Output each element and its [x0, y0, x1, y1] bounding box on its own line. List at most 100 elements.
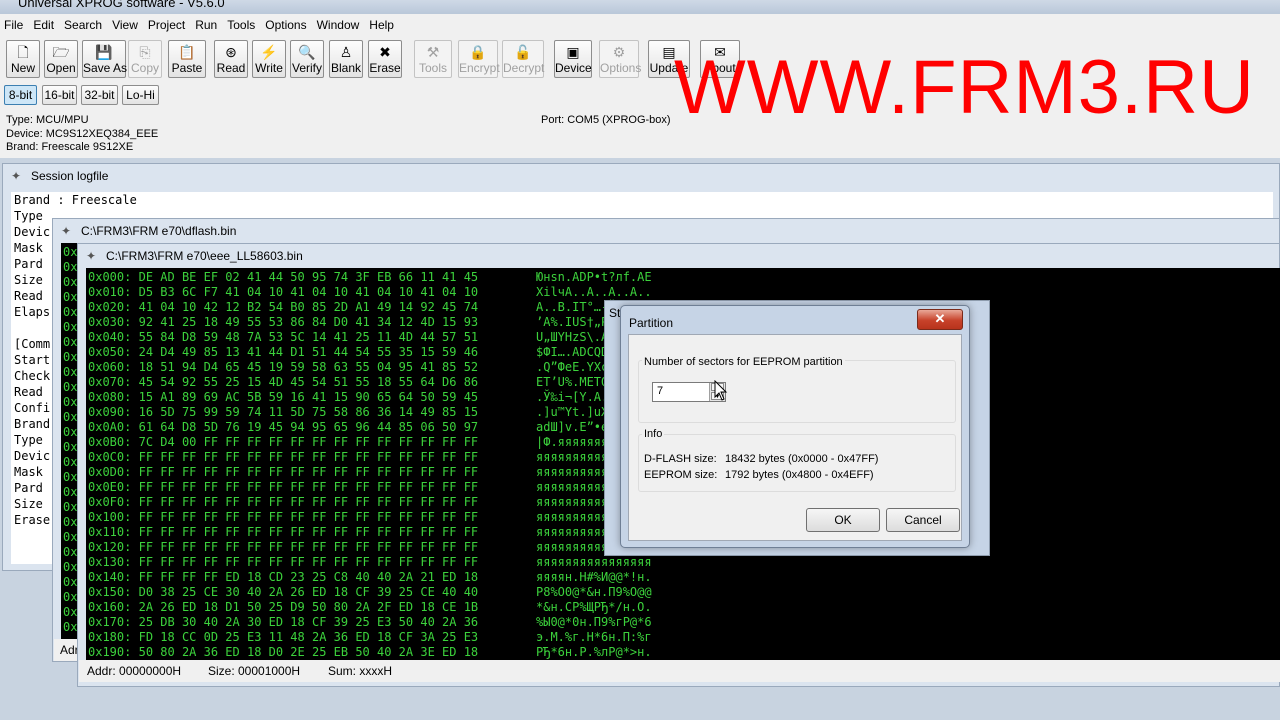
- menu-window[interactable]: Window: [312, 14, 365, 32]
- hex-bytes[interactable]: 25 DB 30 40 2A 30 ED 18 CF 39 25 E3 50 4…: [139, 615, 479, 629]
- menu-help[interactable]: Help: [364, 14, 399, 32]
- hex-bytes[interactable]: FF FF FF FF FF FF FF FF FF FF FF FF FF F…: [139, 555, 479, 569]
- hex-row: 0x110: FF FF FF FF FF FF FF FF FF FF FF …: [88, 525, 652, 540]
- partition-dialog-body: Number of sectors for EEPROM partition 7…: [628, 334, 962, 541]
- menu-project[interactable]: Project: [143, 14, 190, 32]
- ok-button[interactable]: OK: [806, 508, 880, 532]
- close-icon: ✕: [934, 311, 946, 326]
- tools-icon: ⚒: [426, 44, 440, 60]
- copy-button[interactable]: ⎘ Copy: [128, 40, 162, 78]
- decrypt-button[interactable]: 🔓 Decrypt: [502, 40, 544, 78]
- hex-bytes[interactable]: 7C D4 00 FF FF FF FF FF FF FF FF FF FF F…: [139, 435, 479, 449]
- blank-button[interactable]: ♙ Blank: [329, 40, 363, 78]
- dflash-titlebar[interactable]: ✦ C:\FRM3\FRM e70\dflash.bin: [53, 219, 1279, 243]
- hex-bytes[interactable]: FF FF FF FF ED 18 CD 23 25 C8 40 40 2A 2…: [139, 570, 479, 584]
- hex-bytes[interactable]: FF FF FF FF FF FF FF FF FF FF FF FF FF F…: [139, 540, 479, 554]
- dflash-addr-prefix: 0x: [63, 380, 78, 394]
- bit-mode-16-bit-button[interactable]: 16-bit: [42, 85, 77, 105]
- log-line: Mask: [14, 465, 43, 479]
- hex-ascii[interactable]: яяяяяяяяяяяяяяяя: [536, 555, 652, 570]
- log-line: Devic: [14, 449, 51, 463]
- hex-bytes[interactable]: FF FF FF FF FF FF FF FF FF FF FF FF FF F…: [139, 450, 479, 464]
- hex-bytes[interactable]: 41 04 10 42 12 B2 54 B0 85 2D A1 49 14 9…: [139, 300, 479, 314]
- hex-bytes[interactable]: FF FF FF FF FF FF FF FF FF FF FF FF FF F…: [139, 495, 479, 509]
- close-button[interactable]: ✕: [917, 309, 963, 330]
- bit-mode-32-bit-button[interactable]: 32-bit: [81, 85, 118, 105]
- hex-bytes[interactable]: 18 51 94 D4 65 45 19 59 58 63 55 04 95 4…: [139, 360, 479, 374]
- dflash-addr-prefix: 0x: [63, 425, 78, 439]
- hex-bytes[interactable]: FF FF FF FF FF FF FF FF FF FF FF FF FF F…: [139, 525, 479, 539]
- hex-bytes[interactable]: 92 41 25 18 49 55 53 86 84 D0 41 34 12 4…: [139, 315, 479, 329]
- hex-address: 0x190:: [88, 645, 132, 659]
- hex-bytes[interactable]: 2A 26 ED 18 D1 50 25 D9 50 80 2A 2F ED 1…: [139, 600, 479, 614]
- hex-ascii[interactable]: %Ы0@*0н.П9%гР@*6: [536, 615, 652, 630]
- erase-button[interactable]: ✖ Erase: [368, 40, 402, 78]
- menu-edit[interactable]: Edit: [28, 14, 59, 32]
- hex-ascii[interactable]: э.М.%г.H*6н.П:%г: [536, 630, 652, 645]
- paste-button[interactable]: 📋 Paste: [168, 40, 206, 78]
- tools-button[interactable]: ⚒ Tools: [414, 40, 452, 78]
- hex-bytes[interactable]: D5 B3 6C F7 41 04 10 41 04 10 41 04 10 4…: [139, 285, 479, 299]
- menu-search[interactable]: Search: [59, 14, 107, 32]
- session-logfile-titlebar[interactable]: ✦ Session logfile: [3, 164, 1279, 188]
- menu-file[interactable]: File: [0, 14, 28, 32]
- dflash-addr-prefix: 0x: [63, 530, 78, 544]
- hex-address: 0x050:: [88, 345, 132, 359]
- hex-row: 0x150: D0 38 25 CE 30 40 2A 26 ED 18 CF …: [88, 585, 652, 600]
- dflash-addr-prefix: 0x: [63, 365, 78, 379]
- hex-bytes[interactable]: DE AD BE EF 02 41 44 50 95 74 3F EB 66 1…: [139, 270, 479, 284]
- hex-bytes[interactable]: 24 D4 49 85 13 41 44 D1 51 44 54 55 35 1…: [139, 345, 479, 359]
- menu-tools[interactable]: Tools: [222, 14, 260, 32]
- hex-bytes[interactable]: 61 64 D8 5D 76 19 45 94 95 65 96 44 85 0…: [139, 420, 479, 434]
- hex-bytes[interactable]: 15 A1 89 69 AC 5B 59 16 41 15 90 65 64 5…: [139, 390, 479, 404]
- encrypt-button[interactable]: 🔒 Encrypt: [458, 40, 500, 78]
- dflash-size-label: D-FLASH size:: [644, 453, 717, 465]
- window-icon: ✦: [11, 169, 22, 183]
- bit-mode-8-bit-button[interactable]: 8-bit: [4, 85, 37, 105]
- new-button[interactable]: 🗋 New: [6, 40, 40, 78]
- eee-hex-titlebar[interactable]: ✦ C:\FRM3\FRM e70\eee_LL58603.bin: [78, 244, 1279, 268]
- device-button[interactable]: ▣ Device: [554, 40, 592, 78]
- dflash-addr-prefix: 0x: [63, 485, 78, 499]
- hex-bytes[interactable]: FD 18 CC 0D 25 E3 11 48 2A 36 ED 18 CF 3…: [139, 630, 479, 644]
- options-button[interactable]: ⚙ Options: [599, 40, 641, 78]
- hex-ascii[interactable]: Юнsn.ADP•t?лf.AE: [536, 270, 652, 285]
- log-line: Read: [14, 289, 43, 303]
- hex-row: 0x130: FF FF FF FF FF FF FF FF FF FF FF …: [88, 555, 652, 570]
- hex-bytes[interactable]: 50 80 2A 36 ED 18 D0 2E 25 EB 50 40 2A 3…: [139, 645, 479, 659]
- hex-bytes[interactable]: 55 84 D8 59 48 7A 53 5C 14 41 25 11 4D 4…: [139, 330, 479, 344]
- menu-options[interactable]: Options: [260, 14, 311, 32]
- app-title: Universal XPROG software - V5.6.0: [18, 0, 225, 10]
- hex-address: 0x140:: [88, 570, 132, 584]
- cancel-button[interactable]: Cancel: [886, 508, 960, 532]
- menu-view[interactable]: View: [107, 14, 143, 32]
- hex-bytes[interactable]: FF FF FF FF FF FF FF FF FF FF FF FF FF F…: [139, 510, 479, 524]
- log-line: Confi: [14, 401, 51, 415]
- read-button[interactable]: ⊛ Read: [214, 40, 248, 78]
- toolbar-label: Device: [555, 61, 592, 75]
- save-as-button[interactable]: 💾 Save As: [82, 40, 127, 78]
- hex-bytes[interactable]: 16 5D 75 99 59 74 11 5D 75 58 86 36 14 4…: [139, 405, 479, 419]
- hex-ascii[interactable]: *&н.СР%ЩРЂ*/н.О.: [536, 600, 652, 615]
- toolbar-label: Blank: [330, 61, 362, 75]
- bit-mode-lo-hi-button[interactable]: Lo-Hi: [122, 85, 159, 105]
- hex-bytes[interactable]: FF FF FF FF FF FF FF FF FF FF FF FF FF F…: [139, 480, 479, 494]
- open-button[interactable]: 🗁 Open: [44, 40, 78, 78]
- eee-hex-title: C:\FRM3\FRM e70\eee_LL58603.bin: [106, 249, 303, 263]
- hex-bytes[interactable]: 45 54 92 55 25 15 4D 45 54 51 55 18 55 6…: [139, 375, 479, 389]
- verify-button[interactable]: 🔍 Verify: [290, 40, 324, 78]
- dflash-status-addr: Adr: [60, 643, 79, 657]
- sectors-label: Number of sectors for EEPROM partition: [642, 356, 845, 368]
- hex-ascii[interactable]: РЂ*6н.Р.%лР@*>н.: [536, 645, 652, 660]
- dflash-addr-prefix: 0x: [63, 560, 78, 574]
- dflash-addr-prefix: 0x: [63, 305, 78, 319]
- hex-ascii[interactable]: XilчA..A..A..A..: [536, 285, 652, 300]
- hex-bytes[interactable]: FF FF FF FF FF FF FF FF FF FF FF FF FF F…: [139, 465, 479, 479]
- write-button[interactable]: ⚡ Write: [252, 40, 286, 78]
- toolbar-label: Tools: [418, 61, 447, 75]
- hex-ascii[interactable]: яяяян.Н#%И@@*!н.: [536, 570, 652, 585]
- hex-bytes[interactable]: D0 38 25 CE 30 40 2A 26 ED 18 CF 39 25 C…: [139, 585, 479, 599]
- menu-run[interactable]: Run: [190, 14, 222, 32]
- hex-ascii[interactable]: Р8%О0@*&н.П9%О@@: [536, 585, 652, 600]
- options-icon: ⚙: [612, 44, 626, 60]
